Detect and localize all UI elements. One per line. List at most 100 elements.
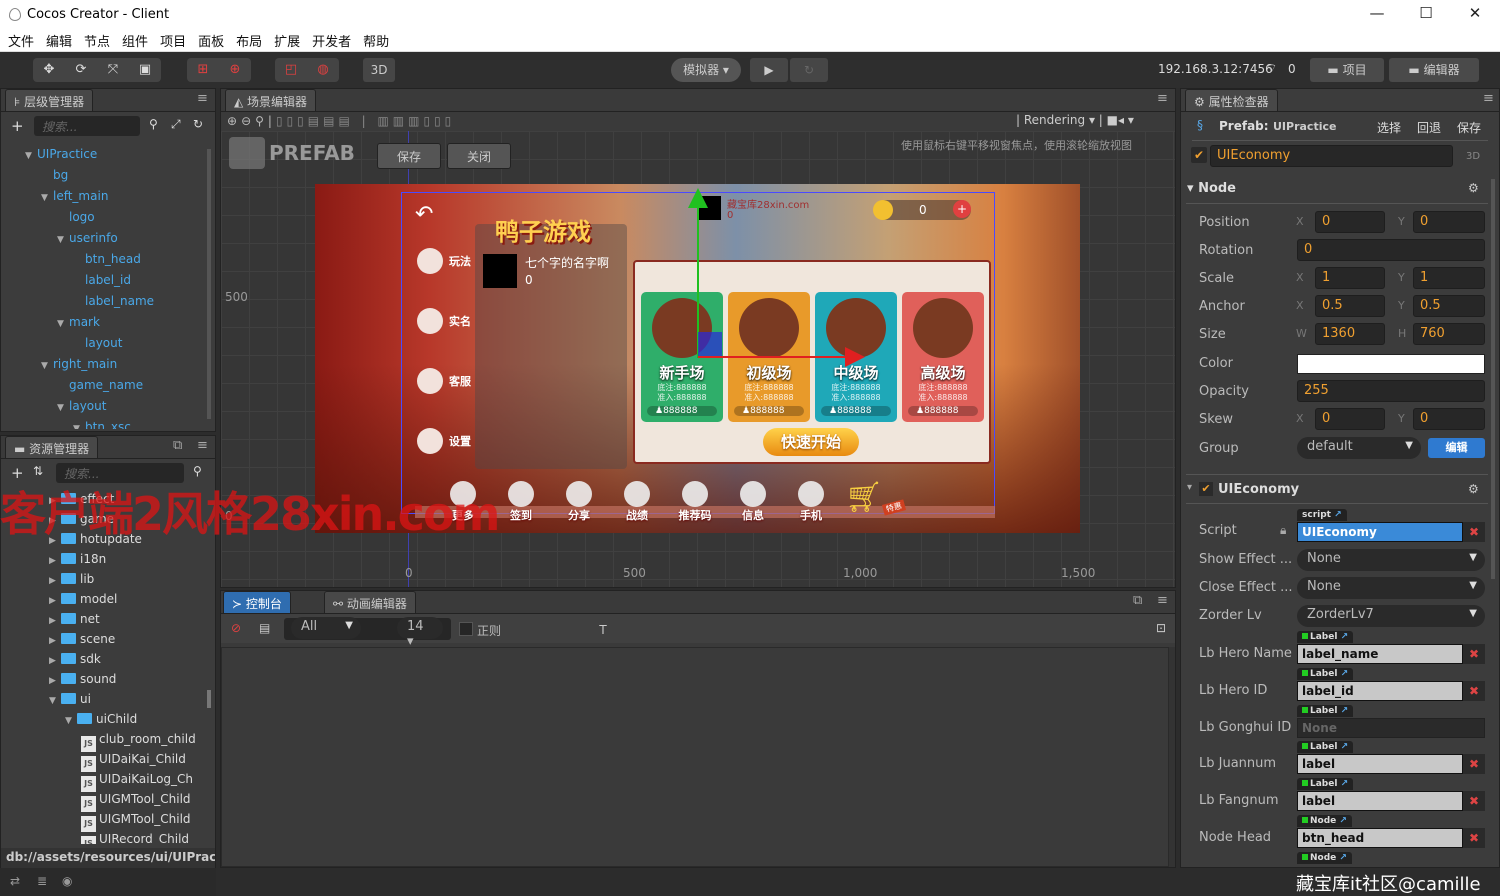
- pivot-tool-button-icon[interactable]: ⊕: [219, 58, 251, 82]
- tree-node[interactable]: ▼ mark: [57, 312, 100, 332]
- remove-icon[interactable]: ✖: [1463, 791, 1485, 812]
- expanded-arrow-icon[interactable]: ▼: [65, 711, 77, 731]
- snap-tool-button-icon[interactable]: ◰: [275, 58, 307, 82]
- sync-icon[interactable]: ⇄: [10, 874, 20, 888]
- maximize-button[interactable]: ☐: [1411, 4, 1441, 26]
- external-link-icon[interactable]: ↗: [1336, 853, 1347, 863]
- external-link-icon[interactable]: ↗: [1337, 742, 1349, 752]
- collapsed-arrow-icon[interactable]: ▶: [49, 551, 61, 571]
- simulator-dropdown[interactable]: 模拟器 ▾: [671, 58, 741, 82]
- zoom-out-icon[interactable]: ⊖: [241, 114, 255, 128]
- scale-y-input[interactable]: 1: [1413, 267, 1485, 289]
- search-icon[interactable]: ⚲: [149, 117, 158, 131]
- console-scrollbar[interactable]: [1169, 647, 1175, 867]
- expanded-arrow-icon[interactable]: ▼: [41, 188, 53, 208]
- remove-icon[interactable]: ✖: [1463, 522, 1485, 542]
- transform-tool-button-icon[interactable]: ✥: [33, 58, 65, 82]
- panel-menu-icon[interactable]: ≡: [1157, 593, 1168, 608]
- bottom-menu-item[interactable]: 手机: [789, 481, 833, 523]
- prefab-revert-button[interactable]: 回退: [1417, 119, 1441, 136]
- database-icon[interactable]: ≣: [37, 874, 47, 888]
- color-swatch[interactable]: [1297, 354, 1485, 374]
- add-coin-button[interactable]: +: [953, 200, 971, 218]
- pivot-tool-button-icon[interactable]: ⊞: [187, 58, 219, 82]
- tree-node[interactable]: ▼ UIPractice: [25, 144, 97, 164]
- log-level-dropdown[interactable]: All ▼: [291, 617, 361, 639]
- refresh-button[interactable]: ↻: [790, 58, 828, 82]
- size-w-input[interactable]: 1360: [1315, 323, 1385, 345]
- external-link-icon[interactable]: ↗: [1337, 706, 1349, 716]
- component-settings-gear-icon[interactable]: ⚙: [1468, 482, 1479, 496]
- side-menu-1[interactable]: 实名: [417, 308, 471, 334]
- node-settings-gear-icon[interactable]: ⚙: [1468, 181, 1479, 195]
- asset-item[interactable]: JS UIGMTool_Child: [81, 789, 191, 812]
- asset-item[interactable]: ▶ i18n: [49, 549, 106, 569]
- tree-node[interactable]: label_id: [73, 270, 131, 290]
- animation-editor-tab[interactable]: ⚯ 动画编辑器: [324, 591, 416, 613]
- panel-menu-icon[interactable]: ≡: [197, 438, 208, 453]
- bottom-menu-item[interactable]: 信息: [731, 481, 775, 523]
- snap-tool-button-icon[interactable]: ◍: [307, 58, 339, 82]
- zorder-dropdown[interactable]: ZorderLv7 ▼: [1297, 605, 1485, 627]
- rotation-input[interactable]: 0: [1297, 239, 1485, 261]
- room-card[interactable]: 高级场 底注:888888 准入:888888 ♟888888: [902, 292, 984, 422]
- collapsed-arrow-icon[interactable]: ▶: [49, 571, 61, 591]
- asset-item[interactable]: ▼ uiChild: [65, 709, 137, 729]
- assets-tab[interactable]: ▬ 资源管理器: [5, 436, 99, 458]
- minimize-button[interactable]: —: [1362, 4, 1392, 26]
- collapsed-arrow-icon[interactable]: ▶: [49, 611, 61, 631]
- external-link-icon[interactable]: ↗: [1337, 779, 1349, 789]
- object-ref-field[interactable]: Label ↗ label_id ✖: [1297, 667, 1485, 701]
- collapsed-arrow-icon[interactable]: ▶: [49, 671, 61, 691]
- asset-item[interactable]: ▶ sound: [49, 669, 116, 689]
- opacity-input[interactable]: 255: [1297, 380, 1485, 402]
- tree-node[interactable]: btn_head: [73, 249, 141, 269]
- asset-item[interactable]: JS UIDaiKai_Child: [81, 749, 186, 772]
- external-link-icon[interactable]: ↗: [1337, 632, 1349, 642]
- collapsed-arrow-icon[interactable]: ▶: [49, 651, 61, 671]
- popout-icon[interactable]: ⧉: [173, 438, 182, 453]
- hierarchy-search-input[interactable]: 搜索...: [34, 116, 140, 136]
- menu-item[interactable]: 帮助: [363, 31, 389, 50]
- menu-item[interactable]: 开发者: [312, 31, 351, 50]
- menu-item[interactable]: 面板: [198, 31, 224, 50]
- external-link-icon[interactable]: ↗: [1331, 510, 1342, 520]
- prefab-close-button[interactable]: 关闭: [447, 143, 511, 169]
- object-ref-field[interactable]: Label ↗ label_name ✖: [1297, 631, 1485, 664]
- clear-console-icon[interactable]: ⊘: [231, 621, 241, 635]
- tree-node[interactable]: ▼ layout: [57, 396, 106, 416]
- scale-x-input[interactable]: 1: [1315, 267, 1385, 289]
- search-icon[interactable]: ⚲: [193, 464, 202, 478]
- expanded-arrow-icon[interactable]: ▼: [41, 356, 53, 376]
- hierarchy-tab[interactable]: ⊧ 层级管理器: [5, 89, 94, 111]
- prefab-save-button[interactable]: 保存: [377, 143, 441, 169]
- eye-icon[interactable]: ◉: [62, 874, 72, 888]
- regex-checkbox[interactable]: [459, 622, 473, 636]
- assets-scrollbar[interactable]: [207, 690, 211, 708]
- bottom-menu-item[interactable]: 分享: [557, 481, 601, 523]
- panel-menu-icon[interactable]: ≡: [1157, 91, 1168, 106]
- asset-item[interactable]: ▶ model: [49, 589, 117, 609]
- zoom-in-icon[interactable]: ⊕: [227, 114, 241, 128]
- bottom-menu-item[interactable]: 推荐码: [673, 481, 717, 523]
- asset-item[interactable]: ▶ net: [49, 609, 100, 629]
- remove-icon[interactable]: ✖: [1463, 680, 1485, 701]
- 3d-mode-button[interactable]: 3D: [363, 58, 395, 82]
- external-link-icon[interactable]: ↗: [1337, 669, 1349, 679]
- align-icons[interactable]: ▯▯▯▤▤▤ | ▥▥▥▯▯▯: [276, 114, 455, 128]
- transform-tool-button-icon[interactable]: ⟳: [65, 58, 97, 82]
- prefab-select-button[interactable]: 选择: [1377, 119, 1401, 136]
- position-x-input[interactable]: 0: [1315, 211, 1385, 233]
- node-active-checkbox[interactable]: ✔: [1191, 147, 1207, 163]
- zoom-reset-icon[interactable]: ⚲: [255, 114, 268, 128]
- tree-node[interactable]: ▼ btn_xsc: [73, 417, 131, 429]
- close-window-button[interactable]: ✕: [1460, 4, 1490, 26]
- remove-icon[interactable]: ✖: [1463, 754, 1485, 775]
- asset-item[interactable]: ▼ ui: [49, 689, 91, 709]
- open-project-button[interactable]: ▬ 项目: [1310, 58, 1384, 82]
- expanded-arrow-icon[interactable]: ▼: [57, 398, 69, 418]
- asset-item[interactable]: JS club_room_child: [81, 729, 196, 752]
- asset-item[interactable]: JS UIRecord_Child: [81, 829, 189, 844]
- expand-all-icon[interactable]: ⤢: [171, 117, 181, 132]
- show-effect-dropdown[interactable]: None ▼: [1297, 549, 1485, 571]
